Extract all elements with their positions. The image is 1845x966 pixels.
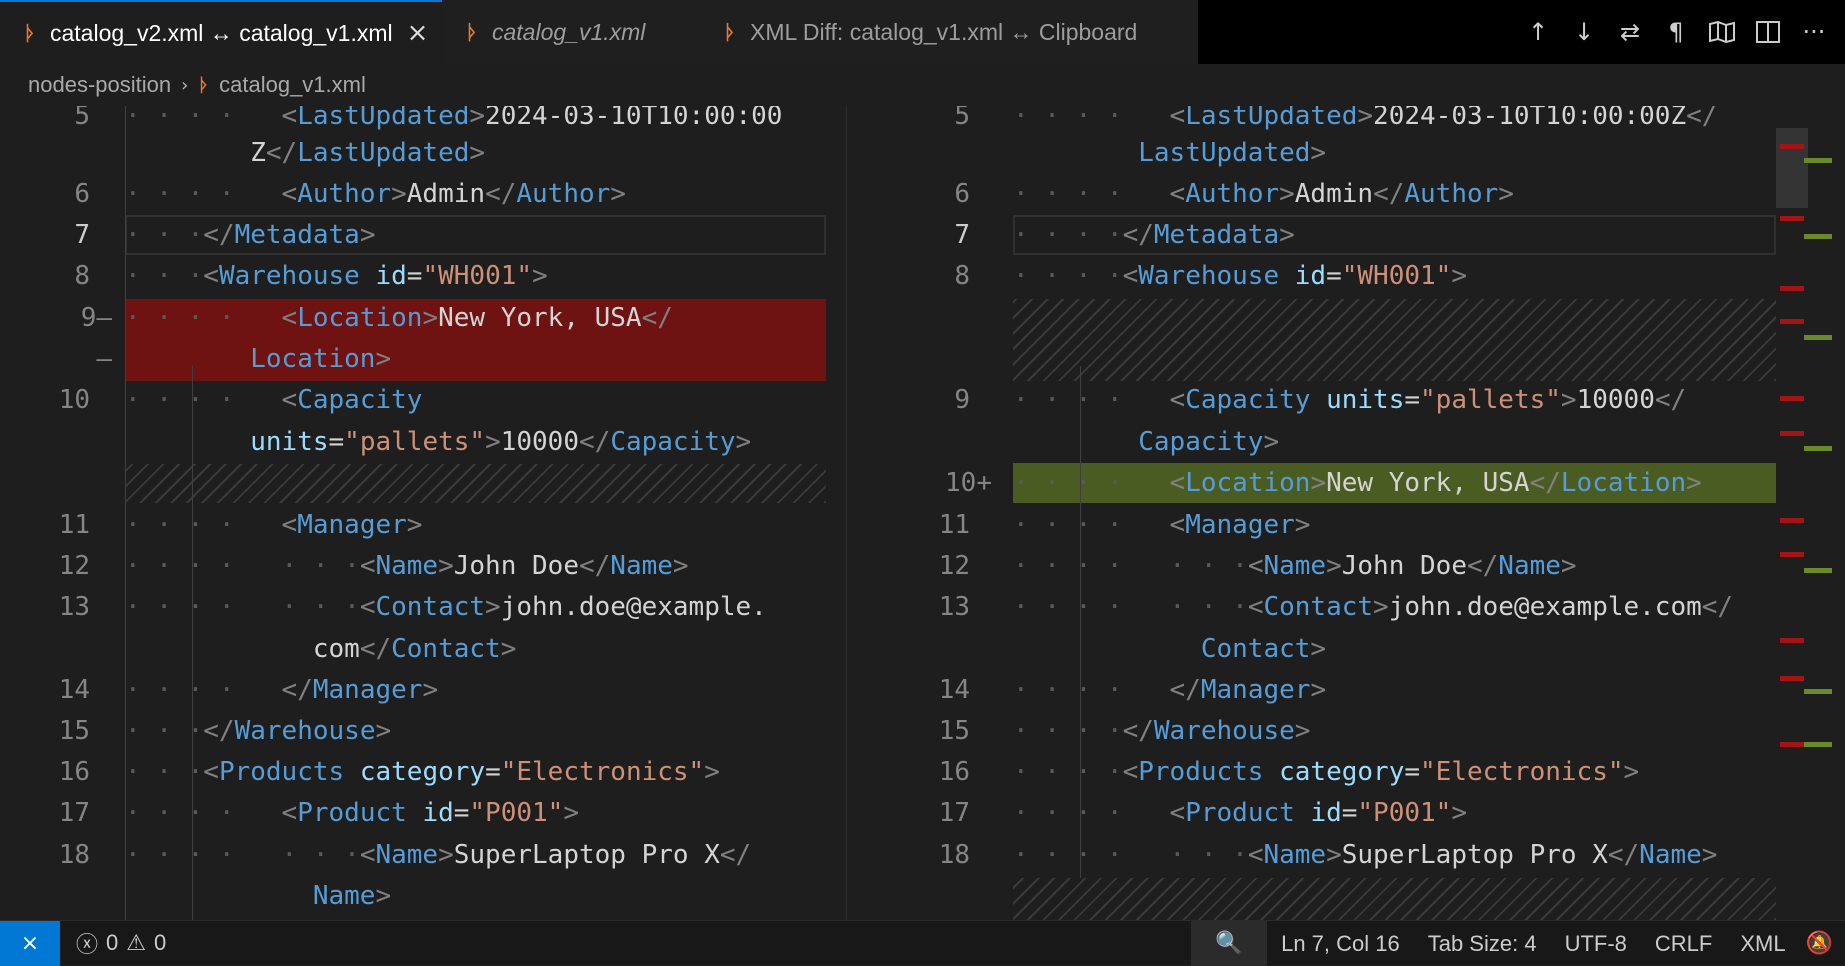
minimap-slider[interactable] <box>1776 128 1808 208</box>
error-count: 0 <box>106 930 119 955</box>
tab-xml-diff-clipboard[interactable]: ᚦ XML Diff: catalog_v1.xml ↔ Clipboard <box>700 0 1198 64</box>
pilcrow-icon[interactable]: ¶ <box>1653 12 1699 52</box>
split-editor-icon[interactable] <box>1745 12 1791 52</box>
chevron-right-icon: › <box>181 74 189 96</box>
close-icon[interactable]: × <box>407 18 429 48</box>
tab-title: catalog_v2.xml ↔ catalog_v1.xml <box>50 19 393 46</box>
diff-overview-ruler[interactable] <box>1776 106 1845 920</box>
rss-icon: ᚦ <box>466 20 478 44</box>
diff-filler <box>125 464 826 503</box>
warning-count: 0 <box>154 930 167 955</box>
status-bar: ⨯ ⓧ 0 ⚠ 0 🔍 Ln 7, Col 16 Tab Size: 4 UTF… <box>0 920 1845 966</box>
error-icon: ⓧ <box>76 933 99 958</box>
diff-filler <box>1013 878 1776 920</box>
rss-icon: ᚦ <box>198 74 210 96</box>
diff-filler <box>1013 299 1776 381</box>
arrow-down-icon[interactable]: ↓ <box>1561 12 1607 52</box>
diff-modified-pane[interactable]: 5 · · · · <LastUpdated>2024-03-10T10:00:0… <box>888 106 1776 920</box>
rss-icon: ᚦ <box>724 20 736 44</box>
rss-icon: ᚦ <box>24 21 36 45</box>
swap-icon[interactable]: ⇄ <box>1607 12 1653 52</box>
encoding[interactable]: UTF-8 <box>1551 931 1641 957</box>
remote-indicator-icon[interactable]: ⨯ <box>0 920 60 966</box>
tab-catalog-v1[interactable]: ᚦ catalog_v1.xml <box>442 0 700 64</box>
arrow-up-icon[interactable]: ↑ <box>1515 12 1561 52</box>
problems-indicator[interactable]: ⓧ 0 ⚠ 0 <box>76 927 166 959</box>
line-ending[interactable]: CRLF <box>1641 931 1726 957</box>
tab-title: catalog_v1.xml <box>492 18 646 45</box>
status-right: 🔍 Ln 7, Col 16 Tab Size: 4 UTF-8 CRLF XM… <box>1191 921 1845 966</box>
map-icon[interactable] <box>1699 12 1745 52</box>
breadcrumb: nodes-position › ᚦ catalog_v1.xml <box>0 64 1845 106</box>
breadcrumb-file[interactable]: catalog_v1.xml <box>219 72 366 98</box>
tab-diff-catalog[interactable]: ᚦ catalog_v2.xml ↔ catalog_v1.xml × <box>0 0 442 64</box>
editor-tabs: ᚦ catalog_v2.xml ↔ catalog_v1.xml × ᚦ ca… <box>0 0 1198 64</box>
breadcrumb-folder[interactable]: nodes-position <box>28 72 171 98</box>
more-actions-icon[interactable]: ··· <box>1791 12 1837 52</box>
language-mode[interactable]: XML <box>1726 931 1799 957</box>
diff-original-pane[interactable]: 5 · · · · <LastUpdated>2024-03-10T10:00:0… <box>0 106 826 920</box>
editor-toolbar: ↑ ↓ ⇄ ¶ ··· <box>1515 0 1837 64</box>
notifications-icon[interactable]: 🔕 <box>1800 931 1845 956</box>
diff-sash[interactable] <box>826 106 888 920</box>
tab-title: XML Diff: catalog_v1.xml ↔ Clipboard <box>750 18 1138 45</box>
zoom-icon[interactable]: 🔍 <box>1191 921 1268 966</box>
warning-icon: ⚠ <box>126 930 146 956</box>
cursor-position[interactable]: Ln 7, Col 16 <box>1267 931 1414 957</box>
tab-size[interactable]: Tab Size: 4 <box>1414 931 1551 957</box>
tab-bar: ᚦ catalog_v2.xml ↔ catalog_v1.xml × ᚦ ca… <box>0 0 1845 64</box>
